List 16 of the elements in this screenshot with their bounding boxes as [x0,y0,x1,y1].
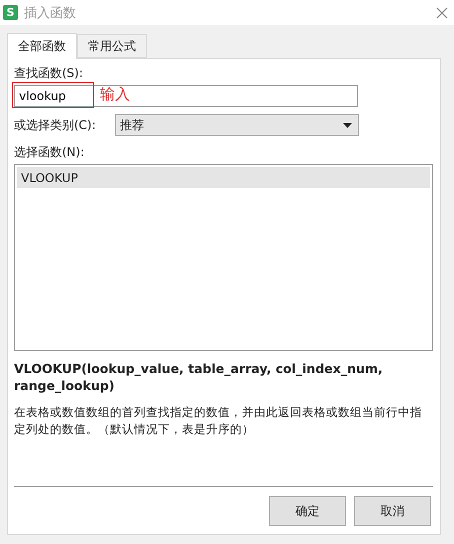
tab[interactable]: 常用公式 [77,34,147,58]
caret-icon [343,122,352,128]
window-title: 插入函数 [24,4,77,22]
function-description: 在表格或数值数组的首列查找指定的数值，并由此返回表格或数组当前行中指定列处的数值。（默认情况下，表是升序的） [14,404,423,438]
function-list-label: 选择函数(N): [14,144,86,161]
function-item[interactable]: VLOOKUP [17,167,430,188]
search-label: 查找函数(S): [14,65,84,82]
cancel-button[interactable]: 取消 [354,496,431,526]
ok-button[interactable]: 确定 [269,496,346,526]
category-dropdown[interactable]: 推荐 [115,114,359,136]
close-icon[interactable] [436,6,448,18]
tab[interactable]: 全部函数 [7,33,77,59]
function-signature: VLOOKUP(lookup_value, table_array, col_index_num, range_lookup) [14,360,384,394]
annotation-note: 输入 [100,85,130,104]
category-label: 或选择类别(C): [14,116,96,134]
app-icon: S [3,5,18,20]
